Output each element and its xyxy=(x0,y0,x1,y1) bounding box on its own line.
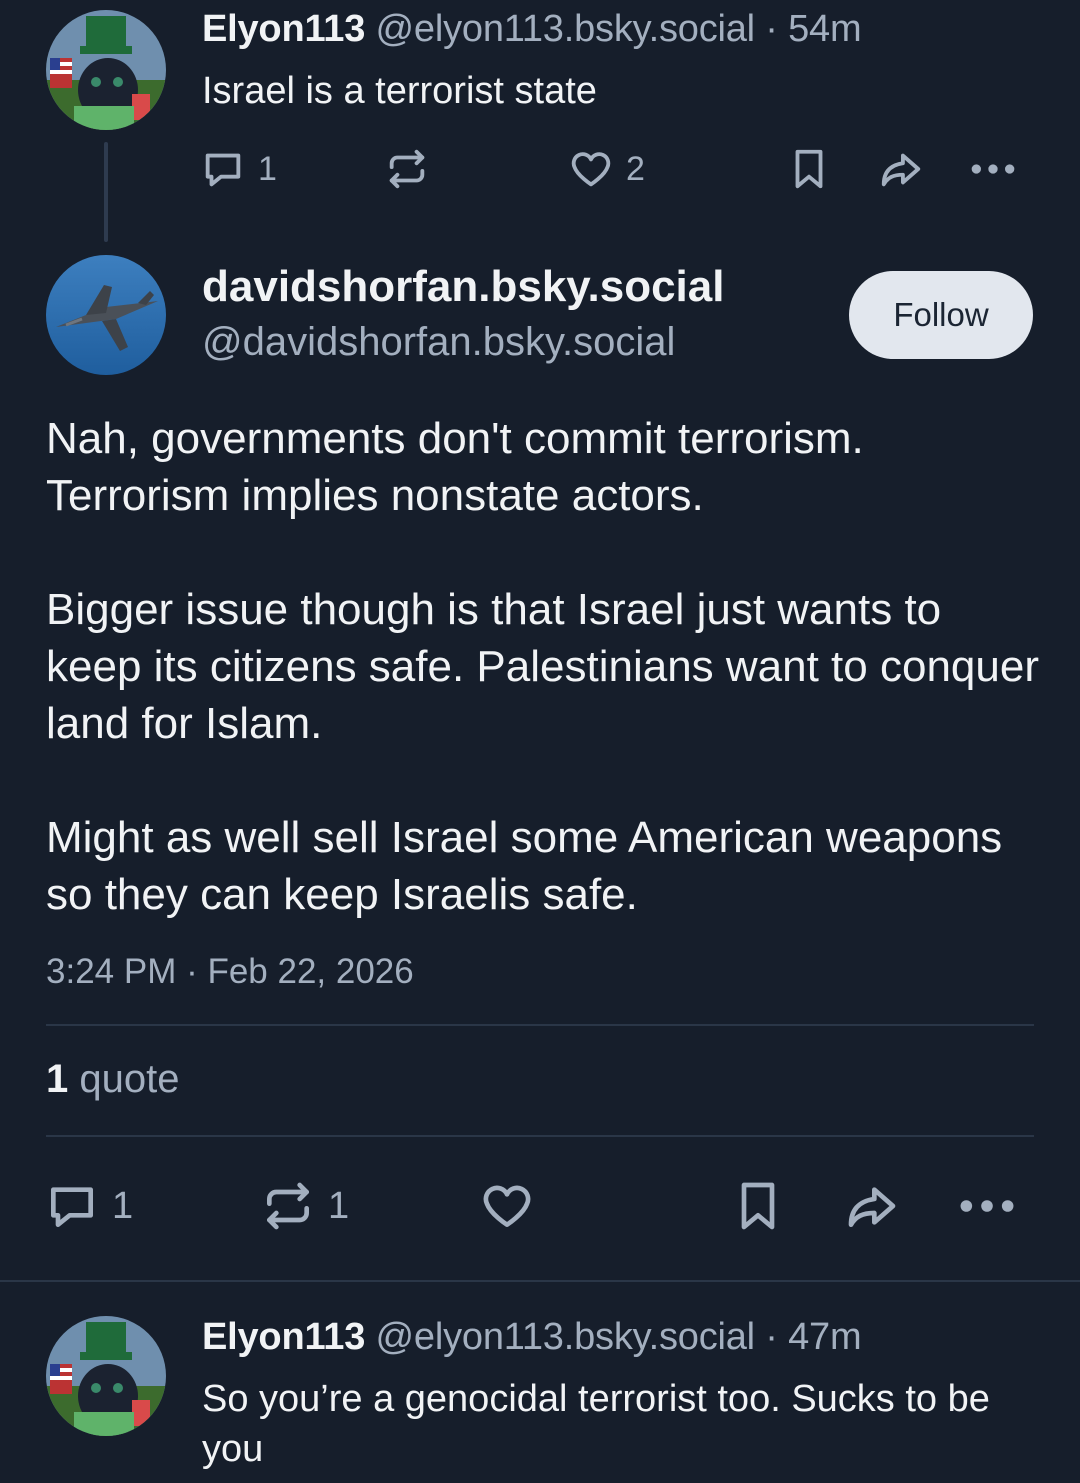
repost-icon xyxy=(267,1182,309,1230)
like-button[interactable] xyxy=(478,1178,536,1234)
repost-count: 1 xyxy=(328,1184,350,1227)
avatar-davidshorfan[interactable] xyxy=(46,255,166,375)
avatar-elyon113[interactable] xyxy=(46,1316,166,1436)
quote-label: quote xyxy=(79,1057,180,1101)
author-name[interactable]: davidshorfan.bsky.social xyxy=(202,262,724,312)
post-text: So you’re a genocidal terrorist too. Suc… xyxy=(202,1378,990,1470)
post-header: Elyon113 @elyon113.bsky.social · 54m xyxy=(202,8,862,51)
share-icon xyxy=(881,153,921,187)
reply-count: 1 xyxy=(112,1184,134,1227)
divider xyxy=(46,1024,1034,1026)
reply-count: 1 xyxy=(258,149,277,188)
author-handle[interactable]: @elyon113.bsky.social xyxy=(376,1316,756,1358)
repost-icon xyxy=(389,149,425,189)
author-handle[interactable]: @davidshorfan.bsky.social xyxy=(202,320,675,365)
post-timestamp: 3:24 PM · Feb 22, 2026 xyxy=(46,952,414,991)
separator: · xyxy=(765,1316,778,1358)
bookmark-icon xyxy=(795,149,823,189)
repost-button[interactable]: 1 xyxy=(260,1178,349,1234)
post-paragraph: Nah, governments don't commit terrorism.… xyxy=(46,414,864,520)
share-button[interactable] xyxy=(840,1178,904,1234)
post-paragraph: Bigger issue though is that Israel just … xyxy=(46,585,1039,748)
more-options-button[interactable] xyxy=(968,146,1018,192)
separator: · xyxy=(765,8,778,50)
quote-count-link[interactable]: 1 quote xyxy=(46,1057,179,1102)
repost-button[interactable] xyxy=(384,146,430,192)
divider xyxy=(46,1135,1034,1137)
follow-button[interactable]: Follow xyxy=(849,271,1033,359)
section-divider xyxy=(0,1280,1080,1282)
reply-icon xyxy=(205,153,241,187)
bookmark-icon xyxy=(741,1182,775,1230)
reply-icon xyxy=(51,1187,93,1227)
post-time: 54m xyxy=(788,8,862,50)
share-icon xyxy=(848,1187,896,1227)
more-options-button[interactable] xyxy=(956,1178,1018,1234)
reply-button[interactable]: 1 xyxy=(200,146,277,192)
share-button[interactable] xyxy=(876,146,926,192)
post-header: Elyon113 @elyon113.bsky.social · 47m xyxy=(202,1316,862,1359)
post-body: Nah, governments don't commit terrorism.… xyxy=(46,410,1046,923)
more-icon xyxy=(971,164,1015,174)
like-count: 2 xyxy=(626,149,645,188)
thread-connector xyxy=(104,142,108,242)
author-name[interactable]: Elyon113 xyxy=(202,8,365,50)
like-icon xyxy=(571,152,611,187)
post-time: 47m xyxy=(788,1316,862,1358)
more-icon xyxy=(960,1200,1014,1212)
author-name[interactable]: Elyon113 xyxy=(202,1316,365,1358)
like-button[interactable]: 2 xyxy=(568,146,645,192)
post-text: Israel is a terrorist state xyxy=(202,70,597,112)
post-paragraph: Might as well sell Israel some American … xyxy=(46,813,1003,919)
reply-button[interactable]: 1 xyxy=(44,1178,133,1234)
author-handle[interactable]: @elyon113.bsky.social xyxy=(376,8,756,50)
quote-count: 1 xyxy=(46,1057,69,1101)
bookmark-button[interactable] xyxy=(730,1178,786,1234)
bookmark-button[interactable] xyxy=(786,146,832,192)
like-icon xyxy=(483,1185,531,1227)
avatar-elyon113[interactable] xyxy=(46,10,166,130)
